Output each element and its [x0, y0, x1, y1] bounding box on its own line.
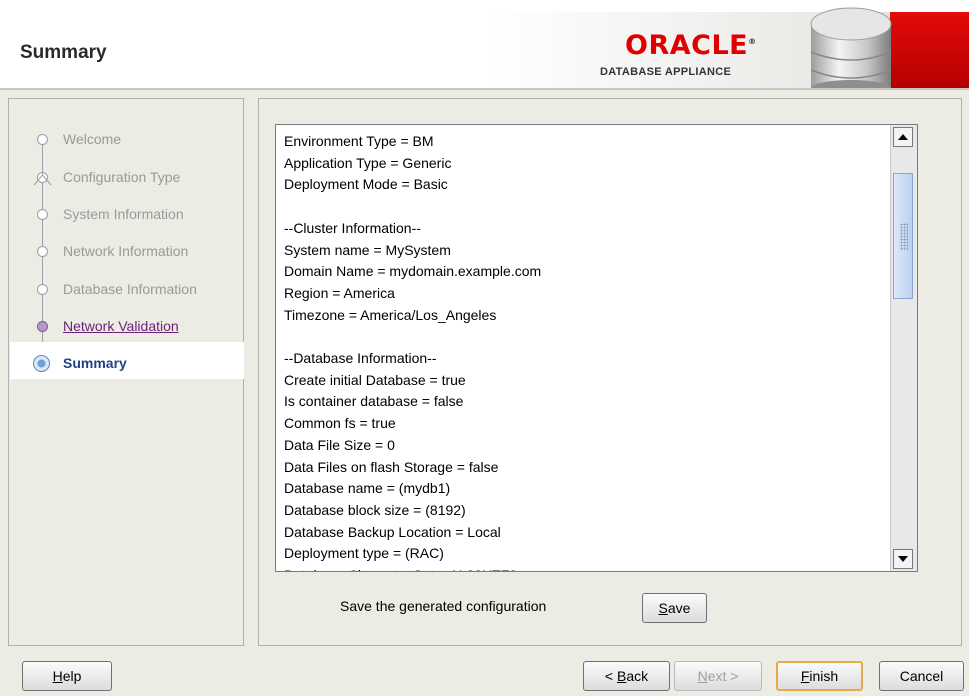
step-welcome: Welcome	[63, 131, 122, 147]
grip-icon	[900, 223, 908, 251]
finish-button[interactable]: Finish	[776, 661, 863, 691]
step-configuration-type: Configuration Type	[63, 169, 181, 185]
help-button-mnemonic: H	[52, 668, 63, 684]
step-marker-network-validation	[37, 321, 48, 332]
oracle-logo-text: ORACLE	[625, 30, 749, 61]
step-database-information: Database Information	[63, 281, 197, 297]
branch-icon	[33, 165, 52, 186]
step-marker-database-information	[37, 284, 48, 295]
scroll-up-button[interactable]	[893, 127, 913, 147]
steps-panel: Welcome Configuration Type System Inform…	[8, 98, 244, 646]
finish-button-label: inish	[809, 668, 839, 684]
step-marker-system-information	[37, 209, 48, 220]
summary-scrollbar[interactable]	[890, 125, 917, 571]
back-button-label: ack	[626, 668, 649, 684]
next-button-label: ext >	[707, 668, 739, 684]
product-name: DATABASE APPLIANCE	[600, 66, 732, 78]
step-system-information: System Information	[63, 206, 184, 222]
step-network-information: Network Information	[63, 243, 189, 259]
back-button[interactable]: < Back	[583, 661, 670, 691]
page-title: Summary	[20, 42, 107, 63]
step-network-validation[interactable]: Network Validation	[63, 318, 179, 334]
next-button-mnemonic: N	[697, 668, 708, 684]
save-button-mnemonic: S	[658, 600, 668, 616]
summary-text-area[interactable]: Environment Type = BM Application Type =…	[275, 124, 918, 572]
save-configuration-label: Save the generated configuration	[340, 598, 547, 614]
database-icon	[810, 7, 892, 90]
arrow-up-icon	[898, 134, 908, 140]
oracle-logo: ORACLE®	[625, 30, 757, 61]
step-marker-network-information	[37, 246, 48, 257]
step-summary: Summary	[63, 355, 127, 371]
back-button-mnemonic: B	[616, 668, 627, 684]
back-button-prefix: <	[604, 668, 617, 684]
scroll-down-button[interactable]	[893, 549, 913, 569]
brand-red-bar	[890, 12, 969, 90]
scroll-thumb[interactable]	[893, 173, 913, 299]
save-button-label: ave	[667, 600, 691, 616]
next-button[interactable]: Next >	[674, 661, 762, 691]
header: Summary ORACLE® DATABASE APPLIANCE	[0, 0, 969, 90]
step-marker-summary-current	[33, 355, 50, 372]
arrow-down-icon	[898, 556, 908, 562]
help-button[interactable]: Help	[22, 661, 112, 691]
help-button-label: elp	[62, 668, 82, 684]
step-marker-welcome	[37, 134, 48, 145]
save-button[interactable]: Save	[642, 593, 707, 623]
cancel-button[interactable]: Cancel	[879, 661, 964, 691]
header-divider	[0, 88, 969, 90]
summary-text: Environment Type = BM Application Type =…	[284, 133, 542, 571]
registered-mark: ®	[748, 37, 757, 46]
